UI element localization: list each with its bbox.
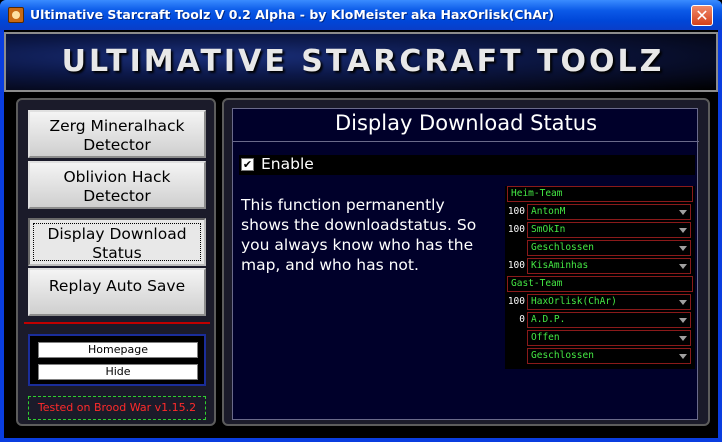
player-row: Geschlossen <box>505 240 695 257</box>
player-name: Offen <box>531 332 560 343</box>
download-percent: 100 <box>507 206 525 217</box>
player-slot-dropdown[interactable]: AntonM <box>527 204 691 220</box>
title-bar[interactable]: Ultimative Starcraft Toolz V 0.2 Alpha -… <box>0 0 722 30</box>
app-window: Ultimative Starcraft Toolz V 0.2 Alpha -… <box>0 0 722 442</box>
player-slot-dropdown[interactable]: Geschlossen <box>527 240 691 256</box>
chevron-down-icon[interactable] <box>679 228 687 233</box>
download-percent: 100 <box>507 296 525 307</box>
oblivion-hack-button[interactable]: Oblivion Hack Detector <box>28 161 206 209</box>
player-row: Offen <box>505 330 695 347</box>
player-name: HaxOrlisk(ChAr) <box>531 296 617 307</box>
hide-button[interactable]: Hide <box>38 364 198 380</box>
player-row: 0 A.D.P. <box>505 312 695 329</box>
team-header: Heim-Team <box>507 186 693 202</box>
player-list: Heim-Team 100 AntonM 100 SmOkIn Geschlos… <box>505 186 695 369</box>
content-area: Display Download Status ✔ Enable This fu… <box>232 108 699 420</box>
close-button[interactable]: ✕ <box>691 5 713 26</box>
chevron-down-icon[interactable] <box>679 318 687 323</box>
player-slot-dropdown[interactable]: HaxOrlisk(ChAr) <box>527 294 691 310</box>
client-area: ULTIMATIVE STARCRAFT TOOLZ Zerg Mineralh… <box>4 30 718 438</box>
description-text: This function permanently shows the down… <box>241 196 477 274</box>
homepage-button[interactable]: Homepage <box>38 342 198 358</box>
window-title: Ultimative Starcraft Toolz V 0.2 Alpha -… <box>30 7 554 22</box>
main-panel: Display Download Status ✔ Enable This fu… <box>222 98 710 426</box>
player-slot-dropdown[interactable]: Offen <box>527 330 691 346</box>
sidebar: Zerg Mineralhack Detector Oblivion Hack … <box>16 98 216 426</box>
page-title: Display Download Status <box>334 111 598 135</box>
player-slot-dropdown[interactable]: Geschlossen <box>527 348 691 364</box>
download-percent: 100 <box>507 224 525 235</box>
chevron-down-icon[interactable] <box>679 354 687 359</box>
player-slot-dropdown[interactable]: A.D.P. <box>527 312 691 328</box>
player-name: AntonM <box>531 206 566 217</box>
player-name: KisAminhas <box>531 260 589 271</box>
zerg-mineralhack-button[interactable]: Zerg Mineralhack Detector <box>28 110 206 158</box>
enable-label[interactable]: Enable <box>261 155 314 173</box>
banner-title: ULTIMATIVE STARCRAFT TOOLZ <box>61 44 665 79</box>
player-row: Geschlossen <box>505 348 695 365</box>
tested-version-label: Tested on Brood War v1.15.2 <box>28 396 206 420</box>
player-name: Geschlossen <box>531 350 594 361</box>
title-divider <box>233 141 699 142</box>
display-download-status-button[interactable]: Display Download Status <box>28 218 206 266</box>
sidebar-item-label: Oblivion Hack Detector <box>63 168 171 205</box>
player-row: 100 KisAminhas <box>505 258 695 275</box>
player-row: 100 HaxOrlisk(ChAr) <box>505 294 695 311</box>
player-row: 100 SmOkIn <box>505 222 695 239</box>
chevron-down-icon[interactable] <box>679 300 687 305</box>
sidebar-item-label: Replay Auto Save <box>48 277 186 295</box>
enable-checkbox[interactable]: ✔ <box>241 158 254 171</box>
focus-rectangle <box>33 223 201 261</box>
enable-row[interactable]: ✔ Enable <box>239 155 695 175</box>
player-row: 100 AntonM <box>505 204 695 221</box>
download-percent: 100 <box>507 260 525 271</box>
player-slot-dropdown[interactable]: SmOkIn <box>527 222 691 238</box>
team-header-row: Heim-Team <box>505 186 695 203</box>
player-name: SmOkIn <box>531 224 566 235</box>
player-slot-dropdown[interactable]: KisAminhas <box>527 258 691 274</box>
chevron-down-icon[interactable] <box>679 264 687 269</box>
team-header-row: Gast-Team <box>505 276 695 293</box>
player-name: A.D.P. <box>531 314 566 325</box>
links-group: Homepage Hide <box>28 334 206 386</box>
sidebar-item-label: Zerg Mineralhack Detector <box>49 117 185 154</box>
chevron-down-icon[interactable] <box>679 210 687 215</box>
chevron-down-icon[interactable] <box>679 246 687 251</box>
player-name: Geschlossen <box>531 242 594 253</box>
divider <box>24 322 210 324</box>
app-icon[interactable] <box>8 7 24 23</box>
team-header: Gast-Team <box>507 276 693 292</box>
chevron-down-icon[interactable] <box>679 336 687 341</box>
banner: ULTIMATIVE STARCRAFT TOOLZ <box>4 32 718 92</box>
replay-auto-save-button[interactable]: Replay Auto Save <box>28 268 206 316</box>
download-percent: 0 <box>519 314 525 325</box>
